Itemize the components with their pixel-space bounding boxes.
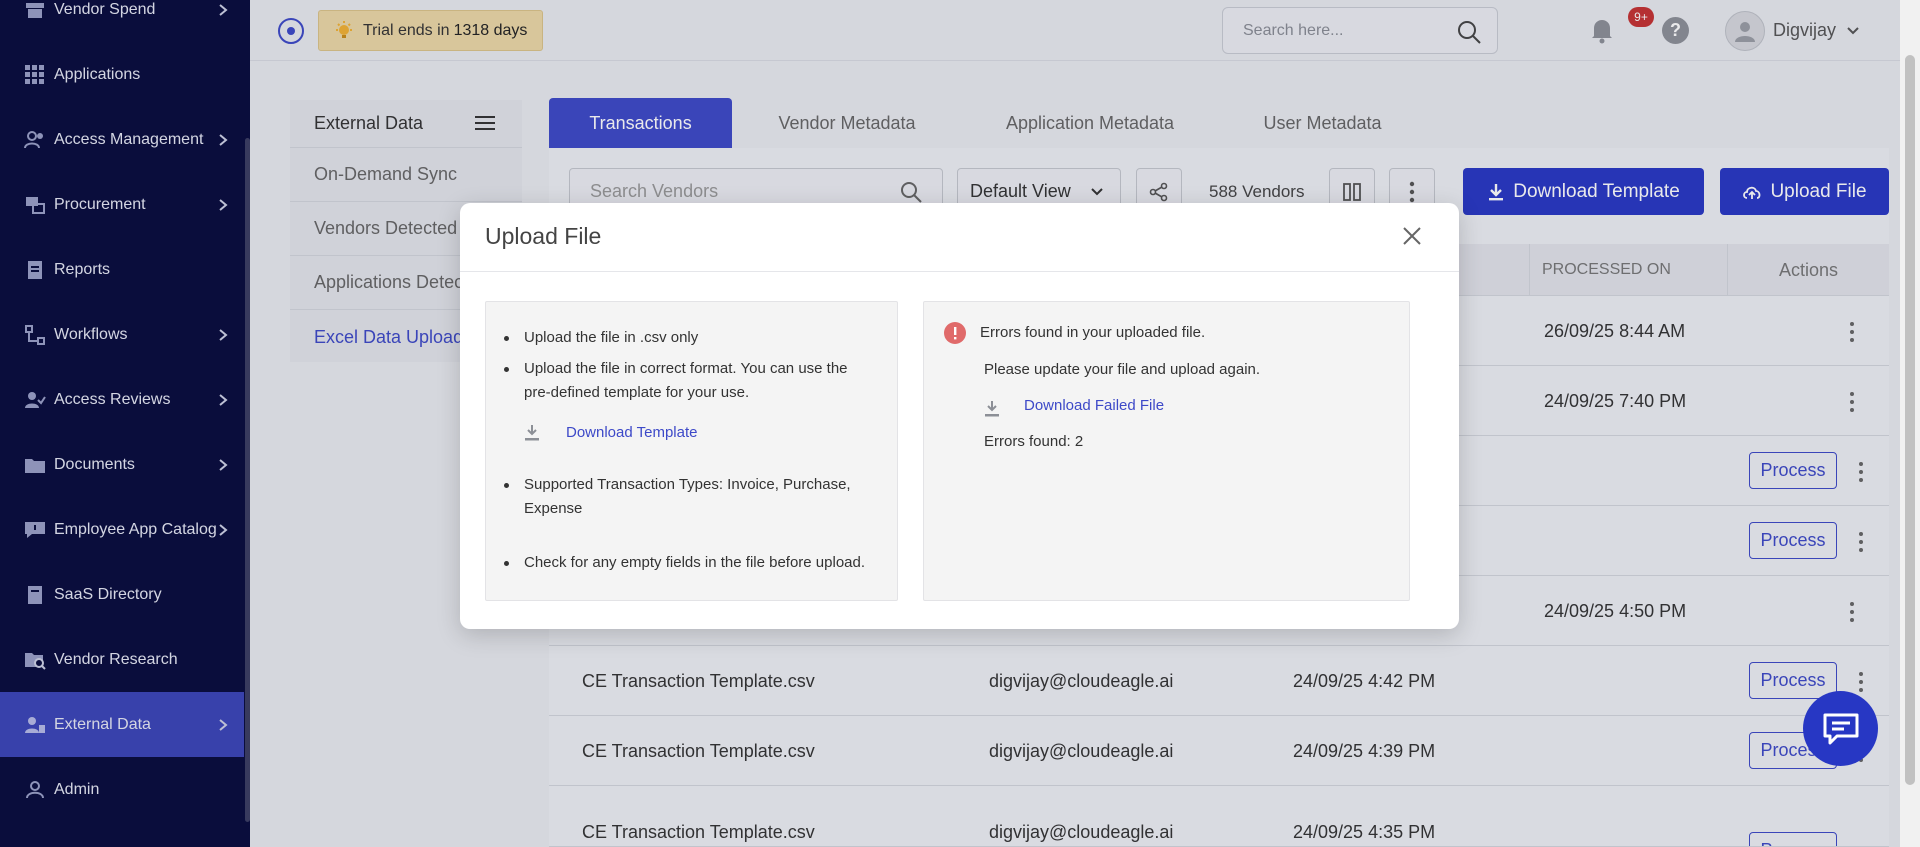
modal-divider bbox=[460, 271, 1459, 272]
close-icon[interactable] bbox=[1401, 225, 1423, 247]
upload-file-modal: Upload File Upload the file in .csv only… bbox=[460, 203, 1459, 629]
download-icon bbox=[525, 425, 539, 441]
chat-button[interactable] bbox=[1803, 691, 1878, 766]
instruction-format-line1: Upload the file in correct format. You c… bbox=[524, 360, 848, 377]
download-icon bbox=[985, 401, 999, 417]
upload-errors-box: Errors found in your uploaded file. Plea… bbox=[923, 301, 1410, 601]
error-icon bbox=[944, 322, 966, 344]
bullet bbox=[504, 336, 509, 341]
chat-icon bbox=[1823, 713, 1858, 744]
bullet bbox=[504, 367, 509, 372]
bullet bbox=[504, 483, 509, 488]
upload-instructions-box: Upload the file in .csv only Upload the … bbox=[485, 301, 898, 601]
instruction-types-line1: Supported Transaction Types: Invoice, Pu… bbox=[524, 476, 851, 493]
instruction-empty-fields: Check for any empty fields in the file b… bbox=[524, 554, 866, 571]
bullet bbox=[504, 561, 509, 566]
scrollbar-thumb[interactable] bbox=[1905, 55, 1915, 785]
modal-title: Upload File bbox=[485, 223, 602, 249]
download-failed-file-link[interactable]: Download Failed File bbox=[1024, 396, 1164, 416]
errors-heading: Errors found in your uploaded file. bbox=[980, 324, 1206, 341]
download-template-link[interactable]: Download Template bbox=[566, 421, 697, 445]
errors-subtext: Please update your file and upload again… bbox=[984, 361, 1261, 378]
page-scrollbar[interactable] bbox=[1900, 0, 1920, 847]
errors-count: Errors found: 2 bbox=[984, 433, 1084, 450]
instruction-format-line2: pre-defined template for your use. bbox=[524, 384, 750, 401]
instruction-csv-only: Upload the file in .csv only bbox=[524, 329, 699, 346]
instruction-types-line2: Expense bbox=[524, 500, 583, 517]
